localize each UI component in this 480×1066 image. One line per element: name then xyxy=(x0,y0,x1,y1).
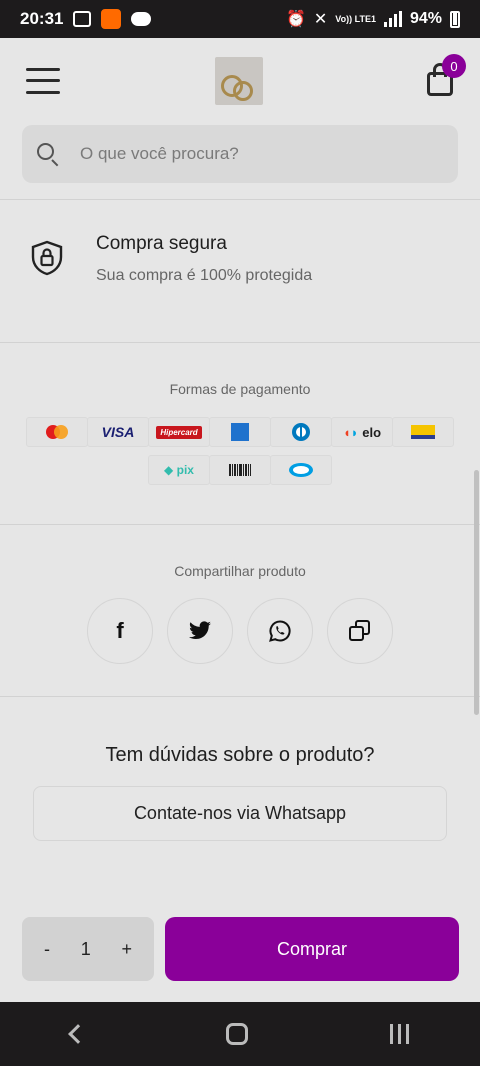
secure-subtitle: Sua compra é 100% protegida xyxy=(96,267,313,284)
increase-quantity-button[interactable]: + xyxy=(121,939,132,960)
store-logo[interactable] xyxy=(215,57,263,105)
mute-icon: ✕ xyxy=(313,11,328,28)
twitter-icon xyxy=(189,621,211,640)
pix-icon: ◆ pix xyxy=(148,455,210,485)
shield-lock-icon xyxy=(30,240,64,276)
hamburger-menu-button[interactable] xyxy=(26,66,60,96)
divider xyxy=(0,342,480,343)
search-icon xyxy=(36,142,60,167)
battery-icon xyxy=(450,10,460,28)
alarm-icon: ⏰ xyxy=(285,11,306,28)
back-icon[interactable] xyxy=(67,1024,88,1044)
cart-button[interactable]: 0 xyxy=(424,54,468,104)
payment-methods-row-1: VISA Hipercard ◖◗ elo xyxy=(0,417,480,447)
facebook-icon: f xyxy=(116,618,124,643)
cloud-icon xyxy=(131,12,152,26)
mastercard-icon xyxy=(26,417,88,447)
battery-percent: 94% xyxy=(409,10,442,27)
mercado-pago-icon xyxy=(270,455,332,485)
scrollbar[interactable] xyxy=(474,470,479,715)
divider xyxy=(0,696,480,697)
cart-count-badge: 0 xyxy=(442,54,466,78)
decrease-quantity-button[interactable]: - xyxy=(44,939,50,960)
divider xyxy=(0,524,480,525)
boleto-barcode-icon xyxy=(209,455,271,485)
secure-title: Compra segura xyxy=(96,233,227,254)
visa-icon: VISA xyxy=(87,417,149,447)
status-bar: 20:31 ⏰ ✕ Vo)) LTE1 94% xyxy=(0,0,480,38)
banescard-icon xyxy=(392,417,454,447)
payment-methods-row-2: ◆ pix xyxy=(0,455,480,485)
elo-icon: ◖◗ elo xyxy=(331,417,393,447)
system-navigation-bar xyxy=(0,1002,480,1066)
recent-apps-icon[interactable] xyxy=(390,1024,410,1044)
diners-club-icon xyxy=(270,417,332,447)
share-title: Compartilhar produto xyxy=(174,563,306,579)
search-input[interactable] xyxy=(80,144,420,164)
network-label: Vo)) LTE1 xyxy=(335,13,376,24)
secure-purchase-section: Compra segura Sua compra é 100% protegid… xyxy=(0,200,480,340)
whatsapp-icon xyxy=(269,620,291,642)
share-buttons: f xyxy=(0,598,480,664)
copy-icon xyxy=(349,620,371,642)
copy-link-button[interactable] xyxy=(327,598,393,664)
amex-icon xyxy=(209,417,271,447)
quantity-stepper: - 1 + xyxy=(22,917,154,981)
buy-button[interactable]: Comprar xyxy=(165,917,459,981)
home-icon[interactable] xyxy=(226,1023,249,1045)
facebook-share-button[interactable]: f xyxy=(87,598,153,664)
screenshot-icon xyxy=(73,11,92,27)
search-bar[interactable] xyxy=(22,125,458,183)
hipercard-icon: Hipercard xyxy=(148,417,210,447)
payments-title: Formas de pagamento xyxy=(169,381,311,397)
status-time: 20:31 xyxy=(20,9,64,28)
app-notification-icon xyxy=(101,9,122,29)
twitter-share-button[interactable] xyxy=(167,598,233,664)
faq-title: Tem dúvidas sobre o produto? xyxy=(105,744,375,766)
quantity-value[interactable]: 1 xyxy=(81,939,91,960)
signal-icon xyxy=(383,11,402,27)
whatsapp-share-button[interactable] xyxy=(247,598,313,664)
whatsapp-contact-button[interactable]: Contate-nos via Whatsapp xyxy=(33,786,447,841)
